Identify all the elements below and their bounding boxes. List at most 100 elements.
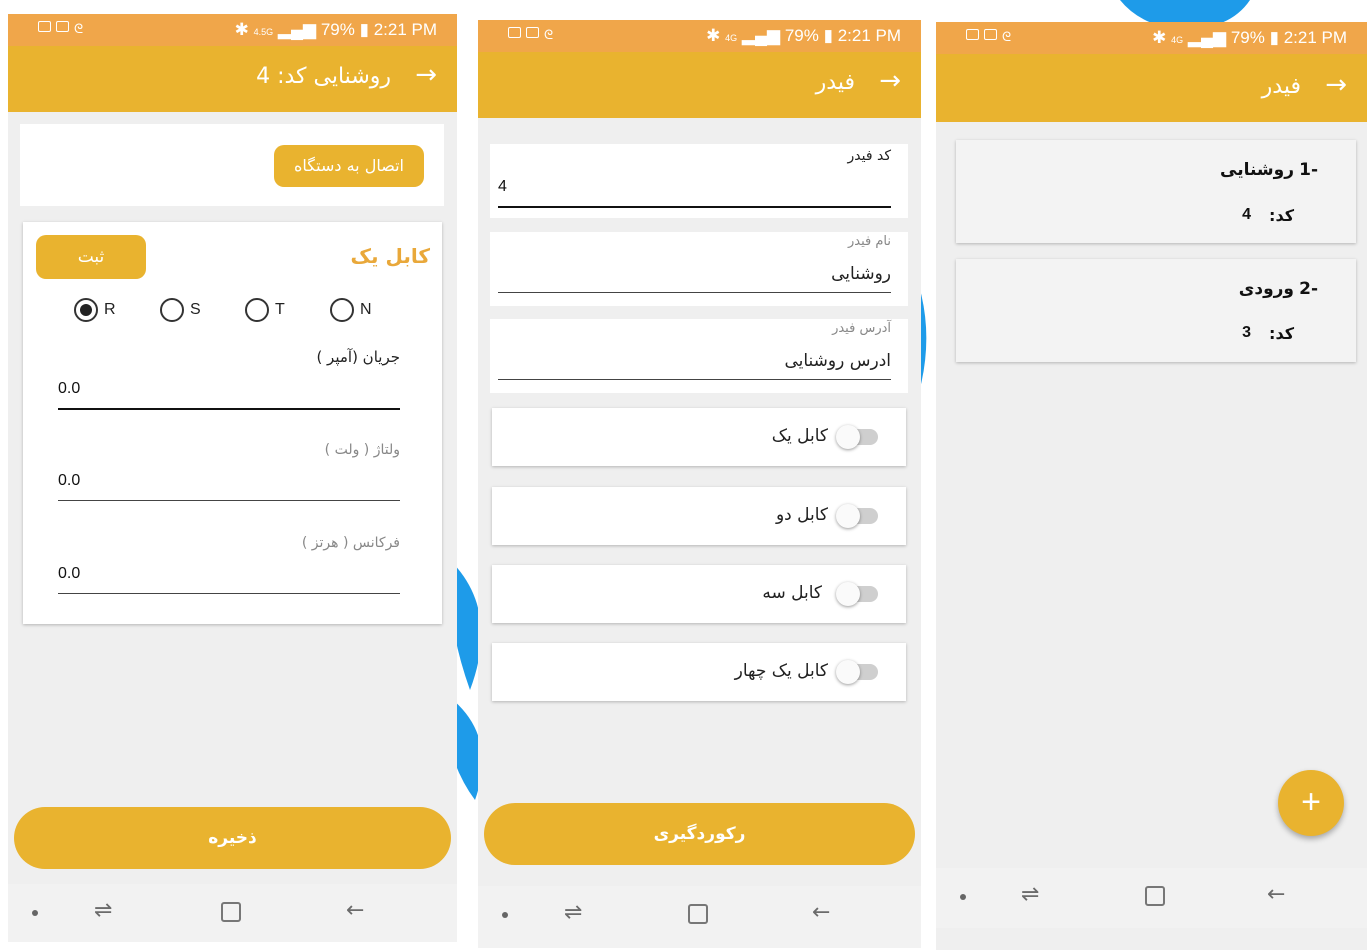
screen-feeder-form: ᘓ ✱ 4G ▂▄▆ 79% ▮ 2:21 PM → فیدر کد فیدر … <box>478 20 921 948</box>
battery-percent: 79% <box>784 26 819 45</box>
recents-icon[interactable]: ⇌ <box>1021 882 1039 907</box>
home-icon[interactable] <box>221 902 241 922</box>
radio-phase-s[interactable]: S <box>160 298 201 322</box>
save-button[interactable]: ذخیره <box>14 807 451 869</box>
radio-s-label: S <box>190 301 201 318</box>
radio-r-indicator <box>74 298 98 322</box>
bluetooth-icon: ✱ <box>706 26 721 45</box>
feeder-address-value[interactable]: ادرس روشنایی <box>784 351 891 371</box>
back-icon[interactable]: ← <box>1267 882 1285 907</box>
frequency-field[interactable]: فرکانس ( هرتز ) 0.0 <box>58 533 400 597</box>
battery-percent: 79% <box>320 20 355 39</box>
image-icon <box>966 29 979 40</box>
system-nav-bar: ⇌ ← <box>936 868 1367 928</box>
radio-n-label: N <box>360 301 372 318</box>
back-icon[interactable]: ← <box>812 900 830 925</box>
recents-icon[interactable]: ⇌ <box>564 900 582 925</box>
add-feeder-button[interactable]: + <box>1278 770 1344 836</box>
clock: 2:21 PM <box>837 26 901 45</box>
home-dot-icon <box>32 910 38 916</box>
page-title: فیدر <box>815 70 855 95</box>
app-bar: → روشنایی کد: 4 <box>8 46 457 112</box>
feeder-name-value[interactable]: روشنایی <box>831 264 891 284</box>
recents-icon[interactable]: ⇌ <box>94 898 112 923</box>
cable-2-toggle[interactable] <box>836 504 878 528</box>
cable-4-label: کابل یک چهار <box>734 661 828 681</box>
connect-device-button[interactable]: اتصال به دستگاه <box>274 145 424 187</box>
radio-t-label: T <box>275 301 285 318</box>
signal-icon: ▂▄▆ <box>277 20 317 39</box>
status-bar: ᘓ ✱ 4.5G ▂▄▆ 79% ▮ 2:21 PM <box>8 14 457 46</box>
status-right: ✱ 4.5G ▂▄▆ 79% ▮ 2:21 PM <box>235 20 437 40</box>
screen-cable-measurement: ᘓ ✱ 4.5G ▂▄▆ 79% ▮ 2:21 PM → روشنایی کد:… <box>8 14 457 942</box>
home-icon[interactable] <box>688 904 708 924</box>
cable-row-1[interactable]: کابل یک <box>492 408 906 466</box>
system-nav-bar: ⇌ ← <box>8 884 457 942</box>
cable-row-3[interactable]: کابل سه <box>492 565 906 623</box>
battery-percent: 79% <box>1230 28 1265 47</box>
radio-phase-r[interactable]: R <box>74 298 116 322</box>
item-2-code-label: کد: <box>1269 324 1294 343</box>
arrow-right-icon[interactable]: → <box>879 66 901 96</box>
item-1-name: روشنایی <box>1220 160 1294 180</box>
feeder-code-card: کد فیدر 4 <box>490 144 908 218</box>
list-item[interactable]: -1 روشنایی کد: 4 <box>956 140 1356 243</box>
bluetooth-icon: ✱ <box>234 20 249 39</box>
item-1-index: -1 <box>1299 160 1318 180</box>
current-label: جریان (آمپر ) <box>316 348 400 366</box>
network-label: 4.5G <box>253 27 274 37</box>
current-field[interactable]: جریان (آمپر ) 0.0 <box>58 346 400 410</box>
cable-row-2[interactable]: کابل دو <box>492 487 906 545</box>
page-title: روشنایی کد: 4 <box>256 64 391 89</box>
radio-phase-n[interactable]: N <box>330 298 372 322</box>
arrow-right-icon[interactable]: → <box>1325 70 1347 100</box>
notification-icons: ᘓ <box>966 29 1011 45</box>
cable-row-4[interactable]: کابل یک چهار <box>492 643 906 701</box>
radio-phase-t[interactable]: T <box>245 298 285 322</box>
frequency-label: فرکانس ( هرتز ) <box>301 535 400 551</box>
current-value: 0.0 <box>58 380 81 397</box>
page-title: فیدر <box>1261 74 1301 99</box>
app-bar: → فیدر <box>936 54 1367 122</box>
frequency-underline <box>58 593 400 594</box>
home-icon[interactable] <box>1145 886 1165 906</box>
screen-feeder-list: ᘓ ✱ 4G ▂▄▆ 79% ▮ 2:21 PM → فیدر -1 روشنا… <box>936 22 1367 950</box>
cable-3-label: کابل سه <box>762 583 822 603</box>
voltage-field[interactable]: ولتاژ ( ولت ) 0.0 <box>58 440 400 504</box>
cable-3-toggle[interactable] <box>836 582 878 606</box>
arrow-right-icon[interactable]: → <box>415 60 437 90</box>
item-1-code-label: کد: <box>1269 206 1294 225</box>
clock: 2:21 PM <box>1283 28 1347 47</box>
status-right: ✱ 4G ▂▄▆ 79% ▮ 2:21 PM <box>1152 28 1347 48</box>
cable-1-toggle[interactable] <box>836 425 878 449</box>
signal-icon: ▂▄▆ <box>741 26 781 45</box>
home-dot-icon <box>502 912 508 918</box>
back-icon[interactable]: ← <box>346 898 364 923</box>
cable-title: کابل یک <box>350 244 430 268</box>
submit-button[interactable]: ثبت <box>36 235 146 279</box>
feeder-name-underline <box>498 292 891 293</box>
signal-icon: ▂▄▆ <box>1187 28 1227 47</box>
chat-icon: ᘓ <box>1002 29 1012 44</box>
image-icon <box>508 27 521 38</box>
radio-t-indicator <box>245 298 269 322</box>
network-label: 4G <box>1171 35 1184 45</box>
cable-4-toggle[interactable] <box>836 660 878 684</box>
status-bar: ᘓ ✱ 4G ▂▄▆ 79% ▮ 2:21 PM <box>936 22 1367 54</box>
item-2-name: ورودی <box>1238 279 1294 299</box>
network-label: 4G <box>725 33 738 43</box>
radio-r-label: R <box>104 301 116 318</box>
item-2-code: 3 <box>1242 324 1251 341</box>
battery-icon: ▮ <box>1269 28 1279 47</box>
connect-card: اتصال به دستگاه <box>20 124 444 206</box>
feeder-code-value[interactable]: 4 <box>498 178 507 196</box>
mail-icon <box>984 29 997 40</box>
chat-icon: ᘓ <box>74 21 84 36</box>
record-button[interactable]: رکوردگیری <box>484 803 915 865</box>
voltage-value: 0.0 <box>58 472 81 489</box>
list-item[interactable]: -2 ورودی کد: 3 <box>956 259 1356 362</box>
cable-2-label: کابل دو <box>775 505 828 525</box>
chat-icon: ᘓ <box>544 27 554 42</box>
plus-icon: + <box>1301 783 1321 821</box>
clock: 2:21 PM <box>373 20 437 39</box>
